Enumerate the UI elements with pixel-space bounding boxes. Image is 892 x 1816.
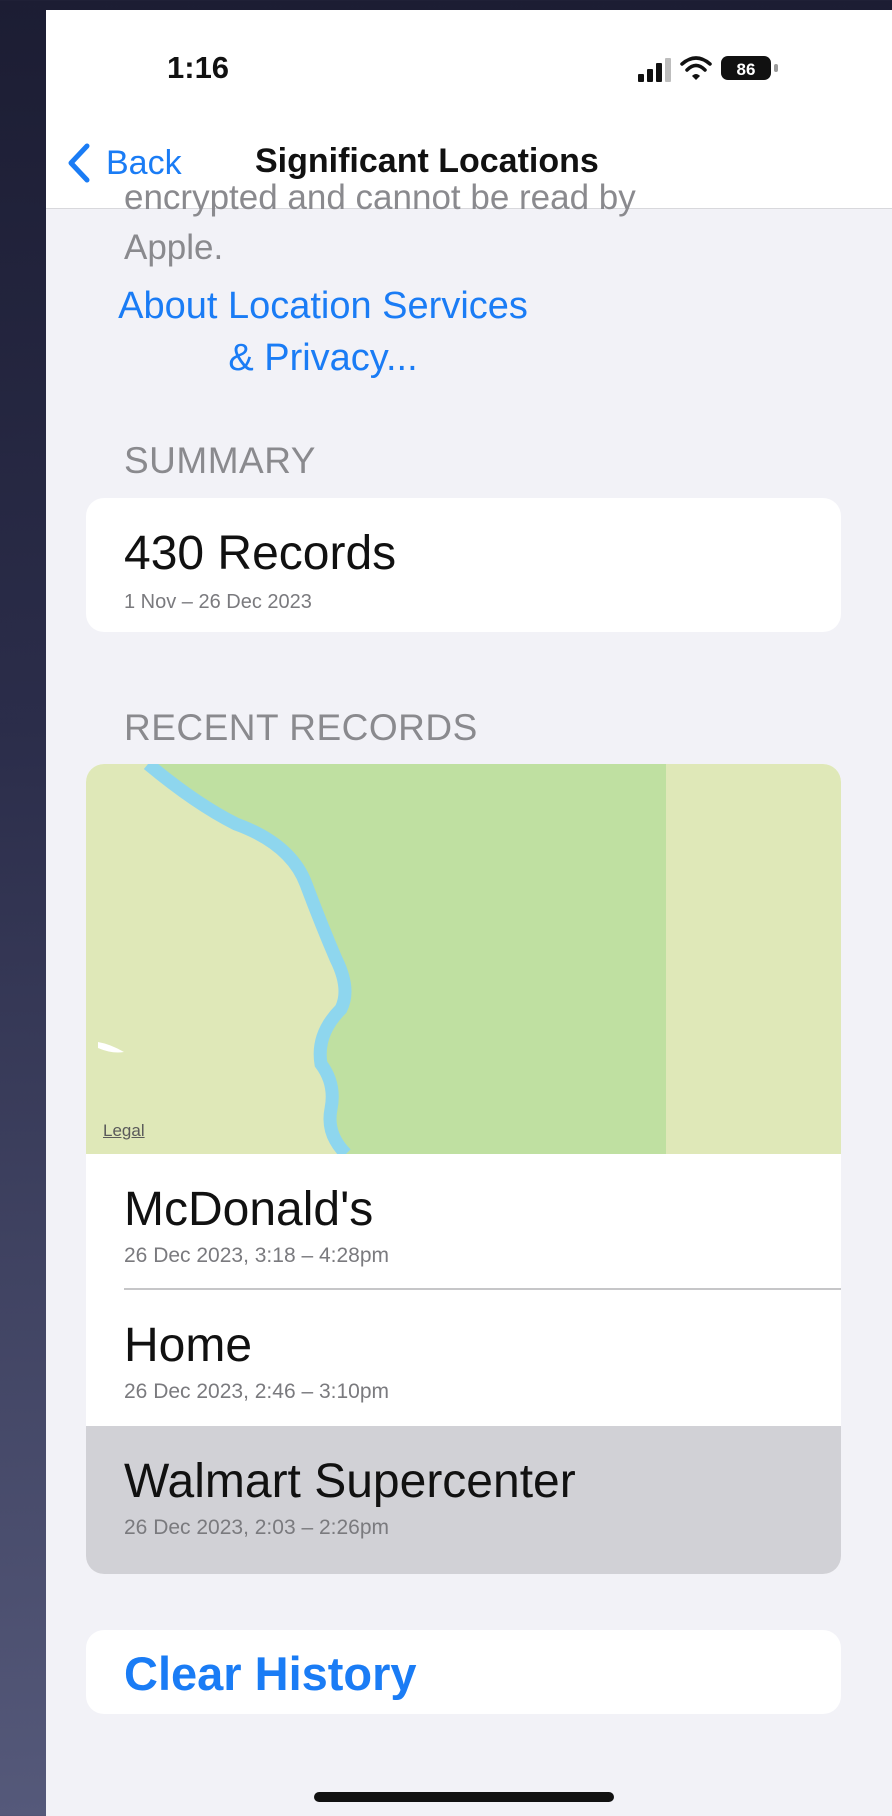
record-name: Home <box>124 1319 253 1372</box>
page-title: Significant Locations <box>255 142 599 180</box>
summary-header: SUMMARY <box>124 440 316 481</box>
recent-records-header: RECENT RECORDS <box>124 707 478 748</box>
location-map[interactable] <box>86 764 841 1154</box>
map-legal-link[interactable]: Legal <box>103 1121 145 1141</box>
record-time: 26 Dec 2023, 3:18 – 4:28pm <box>124 1244 390 1267</box>
clear-history-button[interactable]: Clear History <box>86 1630 841 1714</box>
back-label: Back <box>106 143 182 182</box>
record-row-home[interactable]: Home 26 Dec 2023, 2:46 – 3:10pm <box>86 1290 841 1426</box>
description-text: Apple. <box>124 228 224 267</box>
wifi-icon <box>680 56 712 80</box>
record-name: Walmart Supercenter <box>124 1455 576 1508</box>
chevron-left-icon <box>68 143 90 183</box>
clipped-description-text: encrypted and cannot be read by <box>124 178 636 217</box>
record-row-walmart[interactable]: Walmart Supercenter 26 Dec 2023, 2:03 – … <box>86 1426 841 1574</box>
recent-records-card: Legal McDonald's 26 Dec 2023, 3:18 – 4:2… <box>86 764 841 1574</box>
records-count: 430 Records <box>124 527 397 580</box>
battery-icon: 86 <box>721 56 778 80</box>
phone-screen: 1:16 86 Back Significant Locations encry… <box>46 10 892 1816</box>
clear-history-label: Clear History <box>124 1647 417 1700</box>
battery-level-text: 86 <box>737 60 756 79</box>
cellular-signal-icon <box>638 58 671 82</box>
status-time: 1:16 <box>167 50 230 85</box>
status-bar: 1:16 86 <box>46 10 892 130</box>
record-row-mcdonalds[interactable]: McDonald's 26 Dec 2023, 3:18 – 4:28pm <box>86 1154 841 1290</box>
record-time: 26 Dec 2023, 2:46 – 3:10pm <box>124 1380 390 1403</box>
records-date-range: 1 Nov – 26 Dec 2023 <box>124 591 312 613</box>
record-name: McDonald's <box>124 1183 374 1236</box>
home-indicator[interactable] <box>314 1792 614 1802</box>
summary-card: 430 Records 1 Nov – 26 Dec 2023 <box>86 498 841 632</box>
record-time: 26 Dec 2023, 2:03 – 2:26pm <box>124 1516 390 1539</box>
about-location-services-link[interactable]: About Location Services & Privacy... <box>108 280 538 384</box>
